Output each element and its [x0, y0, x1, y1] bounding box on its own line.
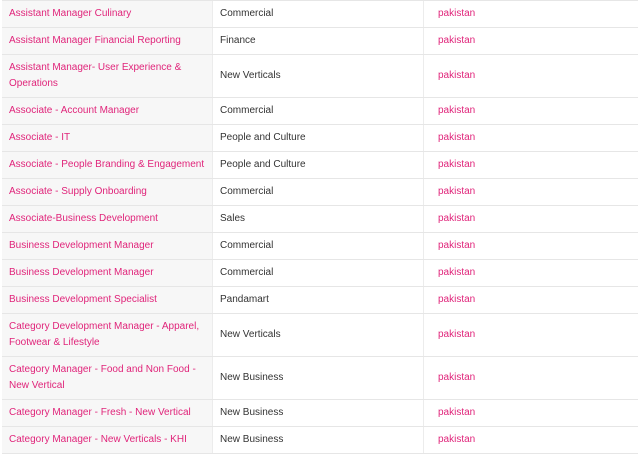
job-title-link[interactable]: Business Development Manager — [9, 240, 154, 251]
job-title-link[interactable]: Assistant Manager Financial Reporting — [9, 35, 181, 46]
job-location-link[interactable]: pakistan — [438, 372, 475, 383]
jobs-table-body: Assistant Manager Culinary Commercial paki… — [2, 0, 638, 454]
table-row: Category Manager - New Verticals - KHI Ne… — [2, 426, 638, 454]
job-department-cell: Commercial — [212, 178, 424, 206]
table-row: Business Development Manager Commercial pa… — [2, 232, 638, 260]
job-department-cell: New Business — [212, 356, 424, 400]
job-title-link[interactable]: Business Development Manager — [9, 267, 154, 278]
job-location-link[interactable]: pakistan — [438, 70, 475, 81]
job-location-link[interactable]: pakistan — [438, 434, 475, 445]
job-location-cell[interactable]: pakistan — [423, 0, 638, 28]
job-title-link[interactable]: Category Manager - Fresh - New Vertical — [9, 407, 191, 418]
job-location-link[interactable]: pakistan — [438, 105, 475, 116]
job-department-cell: Commercial — [212, 259, 424, 287]
table-row: Associate - IT People and Culture pakistan — [2, 124, 638, 152]
job-title-cell[interactable]: Business Development Manager — [2, 259, 213, 287]
job-title-cell[interactable]: Category Manager - New Verticals - KHI — [2, 426, 213, 454]
job-location-cell[interactable]: pakistan — [423, 124, 638, 152]
table-row: Associate-Business Development Sales pakis… — [2, 205, 638, 233]
job-location-link[interactable]: pakistan — [438, 213, 475, 224]
job-title-link[interactable]: Business Development Specialist — [9, 294, 157, 305]
job-title-cell[interactable]: Associate - Supply Onboarding — [2, 178, 213, 206]
job-location-cell[interactable]: pakistan — [423, 178, 638, 206]
job-location-cell[interactable]: pakistan — [423, 399, 638, 427]
job-department-cell: New Business — [212, 426, 424, 454]
job-location-cell[interactable]: pakistan — [423, 205, 638, 233]
job-location-cell[interactable]: pakistan — [423, 97, 638, 125]
job-title-link[interactable]: Assistant Manager- User Experience & Ope… — [9, 62, 181, 89]
job-location-link[interactable]: pakistan — [438, 8, 475, 19]
table-row: Business Development Manager Commercial pa… — [2, 259, 638, 287]
job-title-link[interactable]: Category Manager - Food and Non Food - N… — [9, 364, 196, 391]
job-location-link[interactable]: pakistan — [438, 240, 475, 251]
job-location-cell[interactable]: pakistan — [423, 426, 638, 454]
job-title-cell[interactable]: Business Development Manager — [2, 232, 213, 260]
job-location-link[interactable]: pakistan — [438, 407, 475, 418]
job-title-link[interactable]: Associate - People Branding & Engagement — [9, 159, 204, 170]
job-title-cell[interactable]: Category Manager - Food and Non Food - N… — [2, 356, 213, 400]
job-title-cell[interactable]: Associate - Account Manager — [2, 97, 213, 125]
job-title-cell[interactable]: Business Development Specialist — [2, 286, 213, 314]
job-title-cell[interactable]: Assistant Manager Culinary — [2, 0, 213, 28]
table-row: Assistant Manager Financial Reporting Fin… — [2, 27, 638, 55]
job-title-cell[interactable]: Associate-Business Development — [2, 205, 213, 233]
table-row: Assistant Manager Culinary Commercial paki… — [2, 0, 638, 28]
job-title-link[interactable]: Category Development Manager - Apparel, … — [9, 321, 199, 348]
table-row: Category Manager - Food and Non Food - N… — [2, 356, 638, 400]
job-title-cell[interactable]: Assistant Manager Financial Reporting — [2, 27, 213, 55]
job-title-link[interactable]: Associate - Account Manager — [9, 105, 139, 116]
job-location-link[interactable]: pakistan — [438, 35, 475, 46]
job-location-cell[interactable]: pakistan — [423, 286, 638, 314]
job-title-cell[interactable]: Assistant Manager- User Experience & Ope… — [2, 54, 213, 98]
table-row: Associate - People Branding & Engagement… — [2, 151, 638, 179]
job-department-cell: People and Culture — [212, 151, 424, 179]
job-title-link[interactable]: Associate-Business Development — [9, 213, 158, 224]
job-department-cell: Pandamart — [212, 286, 424, 314]
job-location-link[interactable]: pakistan — [438, 294, 475, 305]
table-row: Associate - Account Manager Commercial pak… — [2, 97, 638, 125]
job-location-link[interactable]: pakistan — [438, 159, 475, 170]
job-location-cell[interactable]: pakistan — [423, 356, 638, 400]
job-location-link[interactable]: pakistan — [438, 132, 475, 143]
job-title-link[interactable]: Category Manager - New Verticals - KHI — [9, 434, 187, 445]
job-department-cell: Commercial — [212, 97, 424, 125]
table-row: Category Manager - Fresh - New Vertical N… — [2, 399, 638, 427]
job-location-link[interactable]: pakistan — [438, 329, 475, 340]
job-department-cell: Commercial — [212, 0, 424, 28]
job-location-cell[interactable]: pakistan — [423, 151, 638, 179]
job-location-link[interactable]: pakistan — [438, 186, 475, 197]
table-row: Assistant Manager- User Experience & Ope… — [2, 54, 638, 98]
job-title-cell[interactable]: Associate - IT — [2, 124, 213, 152]
job-title-cell[interactable]: Category Development Manager - Apparel, … — [2, 313, 213, 357]
job-location-link[interactable]: pakistan — [438, 267, 475, 278]
table-row: Associate - Supply Onboarding Commercial p… — [2, 178, 638, 206]
job-location-cell[interactable]: pakistan — [423, 54, 638, 98]
job-department-cell: Finance — [212, 27, 424, 55]
job-location-cell[interactable]: pakistan — [423, 259, 638, 287]
job-department-cell: New Verticals — [212, 54, 424, 98]
job-department-cell: New Verticals — [212, 313, 424, 357]
job-title-link[interactable]: Assistant Manager Culinary — [9, 8, 131, 19]
job-department-cell: People and Culture — [212, 124, 424, 152]
job-department-cell: Sales — [212, 205, 424, 233]
table-row: Business Development Specialist Pandamart… — [2, 286, 638, 314]
job-location-cell[interactable]: pakistan — [423, 232, 638, 260]
job-title-cell[interactable]: Associate - People Branding & Engagement — [2, 151, 213, 179]
job-title-link[interactable]: Associate - Supply Onboarding — [9, 186, 147, 197]
job-title-cell[interactable]: Category Manager - Fresh - New Vertical — [2, 399, 213, 427]
job-title-link[interactable]: Associate - IT — [9, 132, 70, 143]
job-location-cell[interactable]: pakistan — [423, 27, 638, 55]
job-department-cell: Commercial — [212, 232, 424, 260]
job-department-cell: New Business — [212, 399, 424, 427]
table-row: Category Development Manager - Apparel, … — [2, 313, 638, 357]
job-location-cell[interactable]: pakistan — [423, 313, 638, 357]
jobs-table: Assistant Manager Culinary Commercial paki… — [2, 0, 638, 454]
